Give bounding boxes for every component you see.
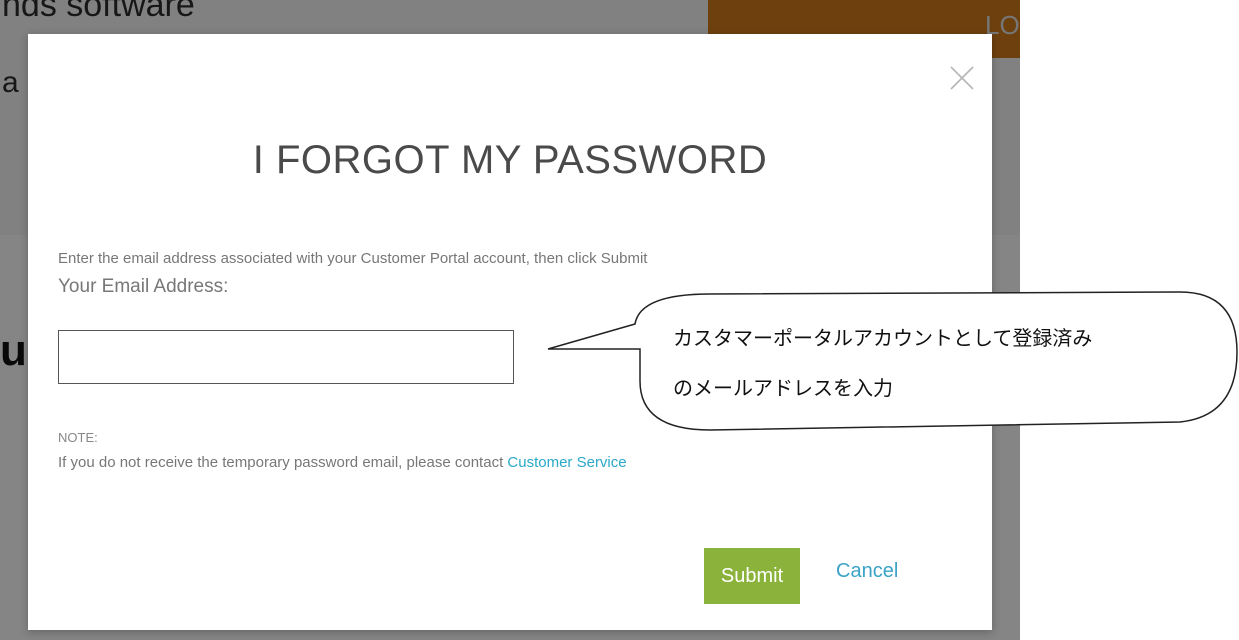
email-input[interactable] (58, 330, 514, 384)
note-label: NOTE: (58, 430, 98, 445)
email-label: Your Email Address: (58, 276, 229, 297)
callout-text-line2: のメールアドレスを入力 (673, 376, 893, 400)
note-body: If you do not receive the temporary pass… (58, 454, 508, 471)
callout-text-line1: カスタマーポータルアカウントとして登録済み (673, 326, 1093, 350)
callout-bubble (547, 291, 1238, 431)
customer-service-link[interactable]: Customer Service (507, 454, 626, 471)
note-text: If you do not receive the temporary pass… (58, 454, 627, 471)
submit-button[interactable]: Submit (704, 548, 800, 604)
close-icon[interactable] (948, 64, 976, 92)
dialog-title: I FORGOT MY PASSWORD (252, 138, 768, 182)
cancel-button[interactable]: Cancel (836, 560, 898, 583)
instructions-text: Enter the email address associated with … (58, 250, 648, 267)
